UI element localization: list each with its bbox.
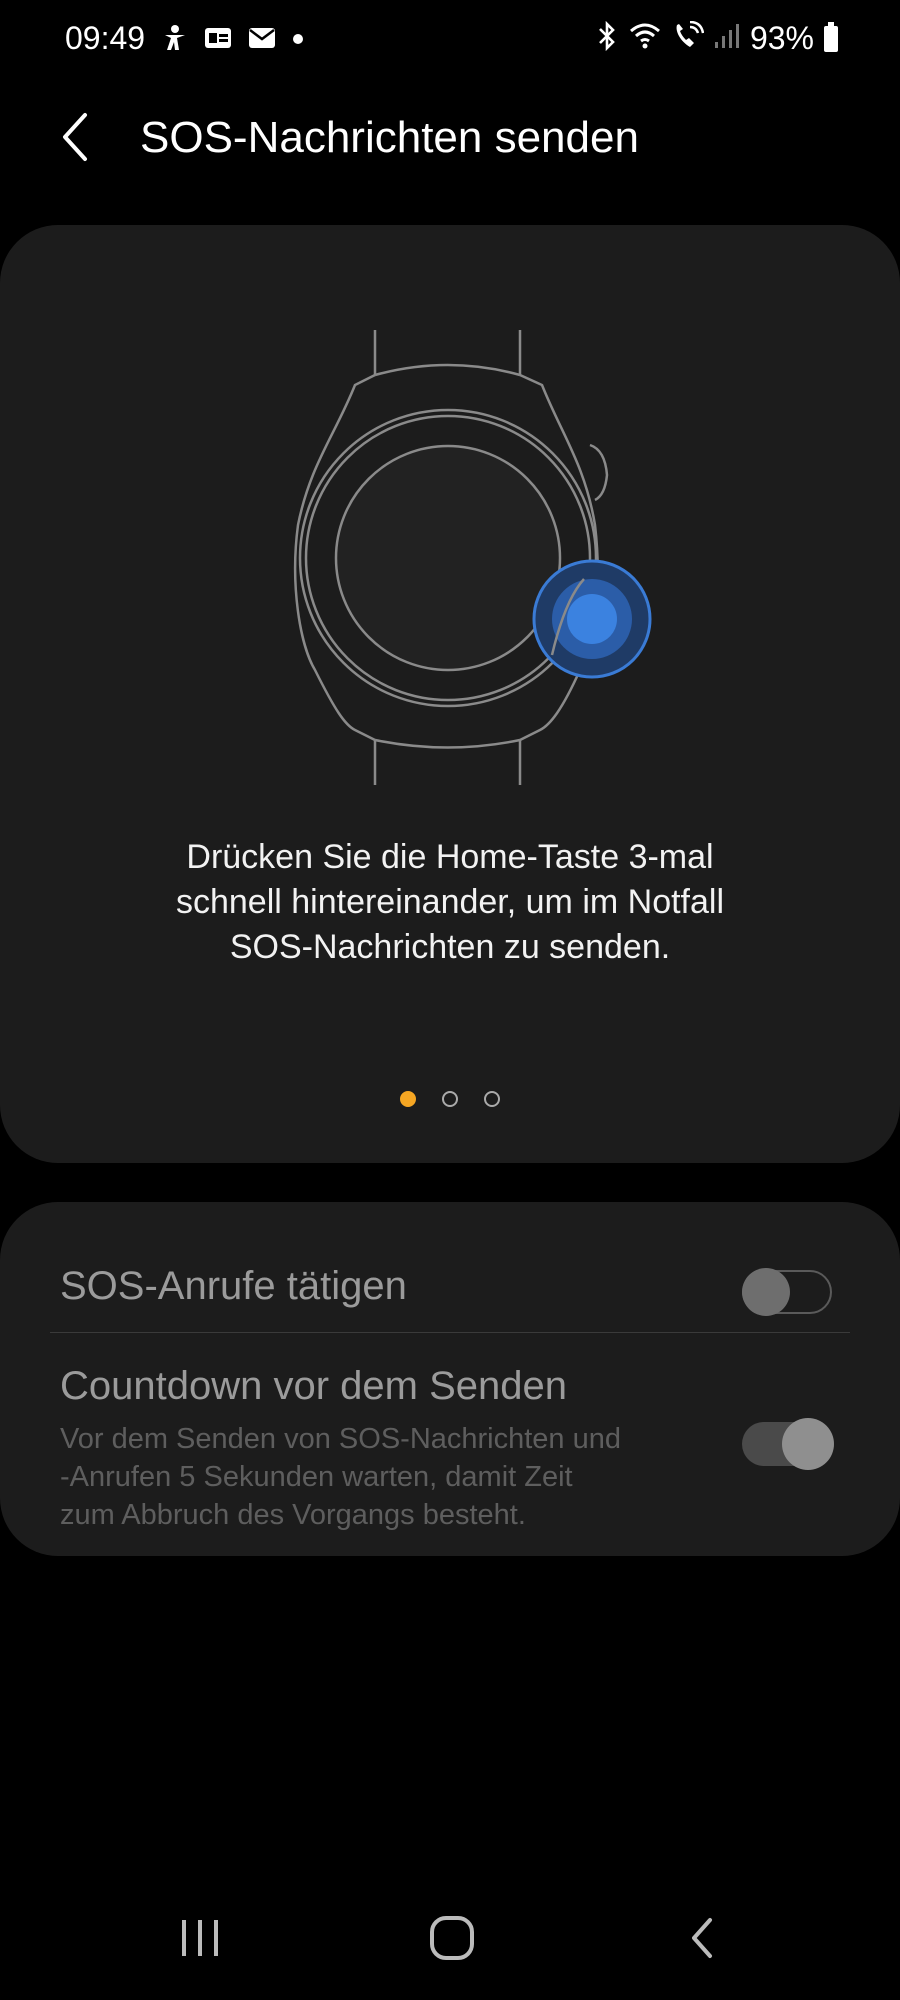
back-icon [682,1914,722,1967]
watch-home-button-icon [280,325,660,790]
description-line: -Anrufen 5 Sekunden warten, damit Zeit [60,1461,573,1493]
wifi-call-icon [672,20,705,56]
status-bar: 09:49 93% [0,0,900,80]
accessibility-icon [162,24,188,57]
instruction-line: schnell hintereinander, um im Notfall [175,883,725,921]
page-dot[interactable] [442,1091,458,1107]
countdown-setting[interactable]: Countdown vor dem Senden Vor dem Senden … [0,1352,900,1542]
battery-icon [824,21,838,52]
nav-back-button[interactable] [662,1900,742,1980]
countdown-toggle[interactable] [742,1418,834,1470]
toggle-knob [742,1268,790,1316]
battery-percent: 93% [749,20,814,56]
app-bar: SOS-Nachrichten senden [0,95,900,185]
page-indicator [0,1091,900,1107]
description-line: Vor dem Senden von SOS-Nachrichten und [60,1423,621,1455]
bluetooth-icon [596,20,618,56]
settings-card: SOS-Anrufe tätigen Countdown vor dem Sen… [0,1202,900,1556]
home-button[interactable] [412,1900,492,1980]
back-button[interactable] [55,107,105,167]
recents-button[interactable] [160,1900,240,1980]
notification-icons [162,24,304,57]
signal-icon [714,22,740,55]
page-dot-active[interactable] [400,1091,416,1107]
sos-calls-setting[interactable]: SOS-Anrufe tätigen [0,1232,900,1328]
instruction-text: Drücken Sie die Home-Taste 3-mal schnell… [60,835,840,970]
divider [50,1332,850,1333]
page-title: SOS-Nachrichten senden [140,113,639,162]
mail-icon [248,27,276,54]
countdown-description: Vor dem Senden von SOS-Nachrichten und -… [60,1420,700,1534]
instruction-line: Drücken Sie die Home-Taste 3-mal [186,838,714,876]
id-card-icon [204,26,232,55]
page-dot[interactable] [484,1091,500,1107]
description-line: zum Abbruch des Vorgangs besteht. [60,1499,526,1531]
wifi-icon [628,21,662,56]
dot-icon [292,32,304,50]
sos-calls-label: SOS-Anrufe tätigen [60,1264,407,1308]
illustration-card: Drücken Sie die Home-Taste 3-mal schnell… [0,225,900,1163]
toggle-knob [782,1418,834,1470]
chevron-left-icon [55,113,95,171]
status-time: 09:49 [65,20,146,56]
home-icon [428,1914,476,1967]
navigation-bar [0,1880,900,2000]
system-icons: 93% [596,20,838,57]
recents-icon [178,1916,222,1965]
countdown-label: Countdown vor dem Senden [60,1364,567,1408]
instruction-line: SOS-Nachrichten zu senden. [229,928,671,966]
sos-calls-toggle[interactable] [742,1268,832,1316]
